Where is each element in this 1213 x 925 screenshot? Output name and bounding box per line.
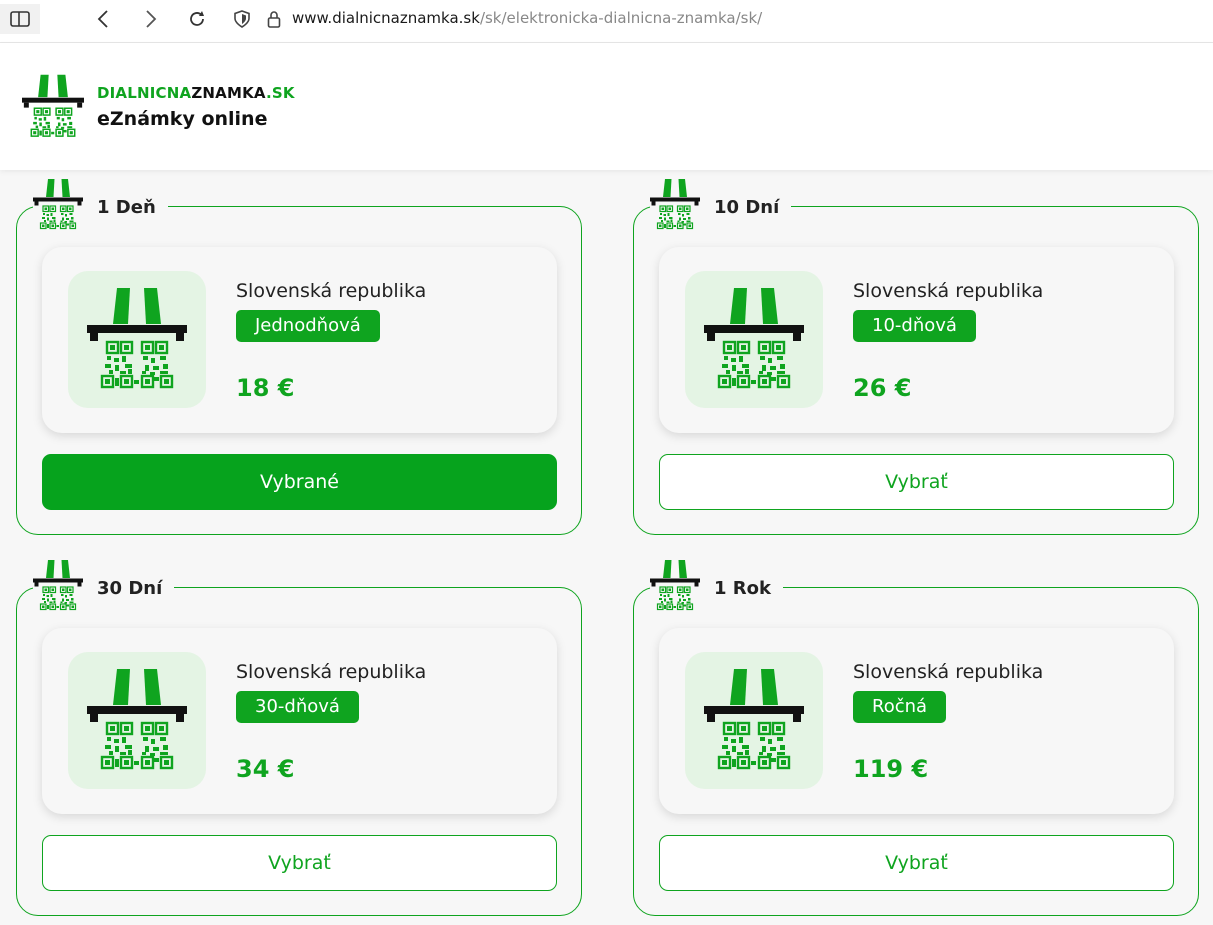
product-card-1-year: 1 Rok Slovenská republika Ročná 119 € Vy… <box>633 560 1199 916</box>
product-details: Slovenská republika 30-dňová 34 € <box>42 628 557 814</box>
browser-toolbar: www.dialnicnaznamka.sk/sk/elektronicka-d… <box>0 0 1213 43</box>
road-icon <box>33 560 83 612</box>
back-icon[interactable] <box>88 4 118 34</box>
product-thumbnail <box>68 271 206 408</box>
reload-icon[interactable] <box>182 4 212 34</box>
brand-part-1: DIALNICNA <box>97 84 192 102</box>
product-country: Slovenská republika <box>853 280 1044 302</box>
lock-icon[interactable] <box>262 4 286 34</box>
site-header: DIALNICNAZNAMKA.SK eZnámky online <box>0 43 1213 170</box>
product-type-badge: Ročná <box>853 691 947 723</box>
select-button[interactable]: Vybrať <box>42 835 557 891</box>
product-price: 18 € <box>236 374 295 402</box>
product-card-30-days: 30 Dní Slovenská republika 30-dňová 34 €… <box>16 560 582 916</box>
card-legend: 1 Deň <box>33 179 168 231</box>
product-thumbnail <box>685 271 823 408</box>
card-legend: 10 Dní <box>650 179 792 231</box>
card-legend: 30 Dní <box>33 560 175 612</box>
product-type-badge: Jednodňová <box>236 310 380 342</box>
brand-part-3: .SK <box>266 84 295 102</box>
product-type-badge: 30-dňová <box>236 691 359 723</box>
url-path: /sk/elektronicka-dialnicna-znamka/sk/ <box>479 9 763 27</box>
product-country: Slovenská republika <box>236 280 427 302</box>
product-price: 119 € <box>853 755 929 783</box>
shield-icon[interactable] <box>230 4 254 34</box>
select-button[interactable]: Vybrať <box>659 835 1174 891</box>
road-icon <box>87 669 187 773</box>
sidebar-toggle-icon[interactable] <box>0 4 40 34</box>
forward-icon[interactable] <box>136 4 166 34</box>
product-country: Slovenská republika <box>853 661 1044 683</box>
product-thumbnail <box>68 652 206 789</box>
selected-button[interactable]: Vybrané <box>42 454 557 510</box>
road-icon <box>33 179 83 231</box>
product-details: Slovenská republika Ročná 119 € <box>659 628 1174 814</box>
road-icon <box>87 288 187 392</box>
card-period: 10 Dní <box>714 196 780 218</box>
site-tagline: eZnámky online <box>97 108 268 130</box>
road-icon <box>704 669 804 773</box>
product-details: Slovenská republika Jednodňová 18 € <box>42 247 557 433</box>
brand-name[interactable]: DIALNICNAZNAMKA.SK <box>97 84 295 102</box>
product-country: Slovenská republika <box>236 661 427 683</box>
logo-icon[interactable] <box>22 73 84 141</box>
product-thumbnail <box>685 652 823 789</box>
card-period: 30 Dní <box>97 577 163 599</box>
brand-part-2: ZNAMKA <box>191 84 266 102</box>
road-icon <box>704 288 804 392</box>
card-period: 1 Rok <box>714 577 771 599</box>
product-type-badge: 10-dňová <box>853 310 976 342</box>
product-card-1-day: 1 Deň Slovenská republika Jednodňová 18 … <box>16 179 582 535</box>
road-icon <box>650 560 700 612</box>
product-price: 34 € <box>236 755 295 783</box>
product-card-10-days: 10 Dní Slovenská republika 10-dňová 26 €… <box>633 179 1199 535</box>
card-legend: 1 Rok <box>650 560 783 612</box>
product-details: Slovenská republika 10-dňová 26 € <box>659 247 1174 433</box>
address-bar[interactable]: www.dialnicnaznamka.sk/sk/elektronicka-d… <box>292 9 762 27</box>
url-host: www.dialnicnaznamka.sk <box>292 9 480 27</box>
road-icon <box>650 179 700 231</box>
product-price: 26 € <box>853 374 912 402</box>
card-period: 1 Deň <box>97 196 156 218</box>
select-button[interactable]: Vybrať <box>659 454 1174 510</box>
